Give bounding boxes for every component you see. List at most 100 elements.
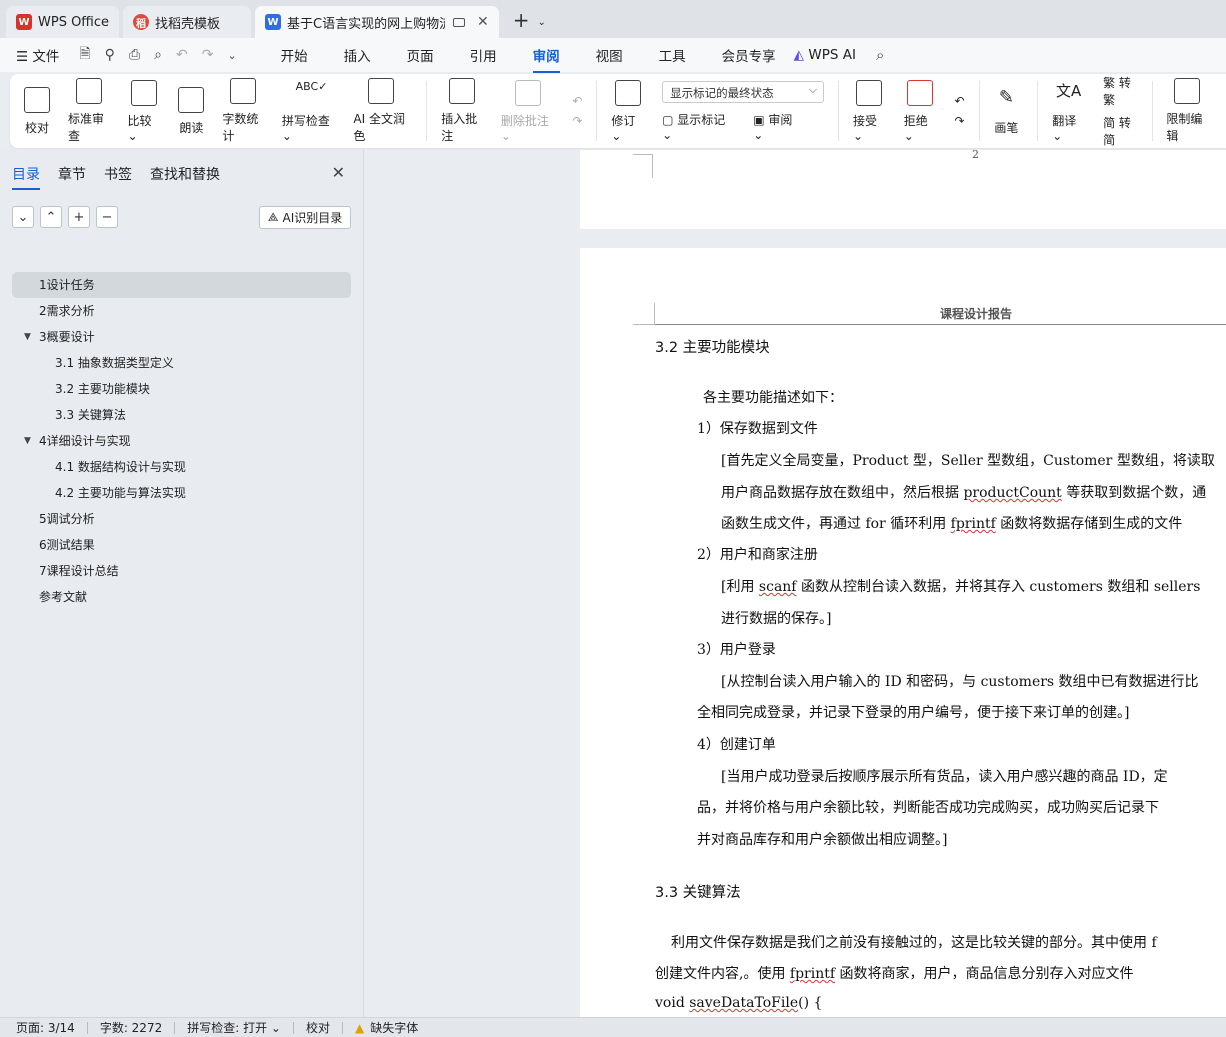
menu-view[interactable]: 视图 <box>596 45 623 65</box>
paragraph[interactable]: 全相同完成登录，并记录下登录的用户编号，便于接下来订单的创建。] <box>697 702 1129 722</box>
more-chevron-icon[interactable]: ⌄ <box>227 49 236 62</box>
expand-triangle-icon[interactable]: ▼ <box>24 428 31 454</box>
file-menu[interactable]: ☰ 文件 <box>16 45 59 65</box>
wps-ai-button[interactable]: ◭ WPS AI <box>794 47 856 63</box>
toc-item[interactable]: 6测试结果 <box>12 532 351 558</box>
paragraph[interactable]: 各主要功能描述如下： <box>703 387 843 407</box>
close-tab-icon[interactable]: ✕ <box>477 14 489 30</box>
menu-references[interactable]: 引用 <box>470 45 497 65</box>
print-icon[interactable]: ⎙ <box>129 47 140 63</box>
paragraph[interactable]: 并对商品库存和用户余额做出相应调整。] <box>697 829 947 849</box>
word-count[interactable]: 字数: 2272 <box>100 1019 162 1036</box>
spell-check-button[interactable]: ABC✓ 拼写检查 ⌄ <box>282 80 336 143</box>
print-preview-icon[interactable]: ⌕ <box>154 47 162 63</box>
list-item[interactable]: 4）创建订单 <box>697 734 776 754</box>
add-heading-icon[interactable]: + <box>68 206 90 228</box>
to-simplified-button[interactable]: 简 转简 <box>1103 114 1137 148</box>
compare-button[interactable]: 比较 ⌄ <box>128 79 161 143</box>
markup-view-select[interactable]: 显示标记的最终状态 <box>662 80 825 103</box>
menu-member[interactable]: 会员专享 <box>722 45 776 65</box>
delete-comment-button[interactable]: 删除批注 ⌄ <box>501 79 555 143</box>
current-page[interactable]: 课程设计报告 3.2 主要功能模块 各主要功能描述如下： 1）保存数据到文件 [… <box>580 248 1226 1017</box>
paragraph[interactable]: 函数生成文件，再通过 for 循环利用 fprintf 函数将数据存储到生成的文… <box>721 513 1182 533</box>
tab-current-document[interactable]: W 基于C语言实现的网上购物流和 ✕ <box>255 6 499 38</box>
toc-item[interactable]: 4.2 主要功能与算法实现 <box>12 480 351 506</box>
paragraph[interactable]: [首先定义全局变量，Product 型，Seller 型数组，Customer … <box>721 450 1215 470</box>
menu-home[interactable]: 开始 <box>281 45 308 65</box>
proof-status[interactable]: 校对 <box>306 1019 330 1036</box>
accept-button[interactable]: 接受 ⌄ <box>853 79 886 143</box>
menu-tools[interactable]: 工具 <box>659 45 686 65</box>
proofread-button[interactable]: 校对 <box>24 86 50 136</box>
reject-button[interactable]: 拒绝 ⌄ <box>904 79 937 143</box>
track-changes-button[interactable]: 修订 ⌄ <box>611 79 644 143</box>
insert-comment-button[interactable]: 插入批注 <box>441 78 483 144</box>
toc-item[interactable]: ▼ 3概要设计 <box>12 324 351 350</box>
spell-check-status[interactable]: 拼写检查: 打开 ⌄ <box>187 1019 281 1036</box>
page-indicator[interactable]: 页面: 3/14 <box>16 1019 75 1036</box>
toc-item[interactable]: 3.1 抽象数据类型定义 <box>12 350 351 376</box>
list-item[interactable]: 1）保存数据到文件 <box>697 418 818 438</box>
save-icon[interactable]: 🗎 <box>79 43 90 67</box>
translate-button[interactable]: 文A 翻译 ⌄ <box>1052 80 1085 143</box>
toc-item[interactable]: 参考文献 <box>12 584 351 610</box>
missing-font-status[interactable]: 缺失字体 <box>370 1019 418 1036</box>
tab-sections[interactable]: 章节 <box>58 164 86 184</box>
restrict-edit-button[interactable]: 限制编辑 <box>1166 78 1208 144</box>
tab-toc[interactable]: 目录 <box>12 164 40 190</box>
menu-review[interactable]: 审阅 <box>532 45 560 73</box>
toc-item[interactable]: 3.3 关键算法 <box>12 402 351 428</box>
next-change-icon[interactable]: ↷ <box>955 114 965 128</box>
tab-list-chevron-icon[interactable]: ⌄ <box>538 17 546 28</box>
tab-wps-office[interactable]: W WPS Office <box>6 6 120 38</box>
menu-page[interactable]: 页面 <box>407 45 434 65</box>
review-pane-button[interactable]: ▣ 审阅 ⌄ <box>753 111 810 142</box>
next-comment-icon[interactable]: ↷ <box>572 114 582 128</box>
toc-item[interactable]: 2需求分析 <box>12 298 351 324</box>
toc-item[interactable]: 7课程设计总结 <box>12 558 351 584</box>
tab-docer[interactable]: 稻 找稻壳模板 <box>123 6 252 38</box>
pen-button[interactable]: ✎ 画笔 <box>993 87 1019 136</box>
list-item[interactable]: 2）用户和商家注册 <box>697 544 818 564</box>
tab-find-replace[interactable]: 查找和替换 <box>150 164 220 184</box>
paragraph[interactable]: [从控制台读入用户输入的 ID 和密码，与 customers 数组中已有数据进… <box>721 671 1199 691</box>
ai-toc-button[interactable]: ⟁ AI识别目录 <box>259 206 351 229</box>
paragraph[interactable]: [当用户成功登录后按顺序展示所有货品，读入用户感兴趣的商品 ID，定 <box>721 766 1168 786</box>
read-aloud-button[interactable]: 朗读 <box>178 86 205 136</box>
paragraph[interactable]: 进行数据的保存。] <box>721 608 831 628</box>
toc-item[interactable]: 5调试分析 <box>12 506 351 532</box>
prev-comment-icon[interactable]: ↶ <box>572 94 582 108</box>
expand-triangle-icon[interactable]: ▼ <box>24 324 31 350</box>
redo-icon[interactable]: ↷ <box>202 47 214 63</box>
word-count-button[interactable]: 字数统计 <box>222 78 264 144</box>
paragraph[interactable]: 用户商品数据存放在数组中，然后根据 productCount 等获取到数据个数，… <box>721 482 1206 502</box>
expand-chevron-icon[interactable]: ⌃ <box>40 206 62 228</box>
paragraph[interactable]: 品，并将价格与用户余额比较，判断能否成功完成购买，成功购买后记录下 <box>697 797 1159 817</box>
standard-review-button[interactable]: 标准审查 <box>68 78 110 144</box>
list-item[interactable]: 3）用户登录 <box>697 639 776 659</box>
prev-change-icon[interactable]: ↶ <box>955 94 965 108</box>
toc-item[interactable]: 1设计任务 <box>12 272 351 298</box>
document-canvas[interactable]: 2 课程设计报告 3.2 主要功能模块 各主要功能描述如下： 1）保存数据到文件… <box>365 150 1226 1017</box>
heading-3-2[interactable]: 3.2 主要功能模块 <box>655 336 770 357</box>
show-markup-button[interactable]: ▢ 显示标记 ⌄ <box>662 111 739 142</box>
paragraph[interactable]: 创建文件内容,。使用 fprintf 函数将商家，用户，商品信息分别存入对应文件 <box>655 963 1134 983</box>
close-panel-icon[interactable]: ✕ <box>332 163 345 182</box>
to-traditional-button[interactable]: 繁 转繁 <box>1103 74 1137 108</box>
share-icon[interactable]: ⚲ <box>105 47 115 63</box>
undo-icon[interactable]: ↶ <box>176 47 188 63</box>
search-icon[interactable]: ⌕ <box>876 46 884 64</box>
collapse-chevron-icon[interactable]: ⌄ <box>12 206 34 228</box>
code-line[interactable]: void saveDataToFile() { <box>655 995 822 1011</box>
remove-heading-icon[interactable]: − <box>96 206 118 228</box>
menu-insert[interactable]: 插入 <box>344 45 371 65</box>
monitor-icon[interactable] <box>453 17 466 27</box>
ai-polish-button[interactable]: AI 全文润色 <box>353 78 408 144</box>
paragraph[interactable]: [利用 scanf 函数从控制台读入数据，并将其存入 customers 数组和… <box>721 576 1200 596</box>
toc-item[interactable]: 3.2 主要功能模块 <box>12 376 351 402</box>
tab-bookmarks[interactable]: 书签 <box>104 164 132 184</box>
heading-3-3[interactable]: 3.3 关键算法 <box>655 881 741 902</box>
paragraph[interactable]: 利用文件保存数据是我们之前没有接触过的，这是比较关键的部分。其中使用 f <box>671 932 1157 952</box>
new-tab-icon[interactable]: + <box>513 8 530 32</box>
toc-item[interactable]: ▼ 4详细设计与实现 <box>12 428 351 454</box>
